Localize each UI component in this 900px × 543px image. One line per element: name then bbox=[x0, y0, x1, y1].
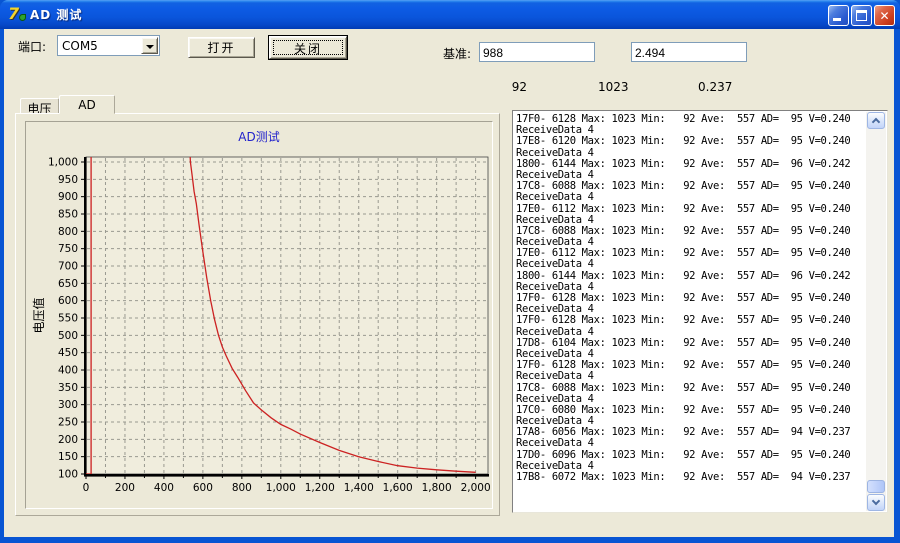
svg-text:200: 200 bbox=[115, 482, 135, 494]
baseline-label: 基准: bbox=[443, 45, 471, 62]
svg-text:2,000: 2,000 bbox=[461, 482, 491, 494]
svg-text:1,600: 1,600 bbox=[383, 482, 413, 494]
svg-text:1,400: 1,400 bbox=[344, 482, 374, 494]
ad-chart-panel: 100 150 200 250 300 350 400 450 500 550 600 650 700 7… bbox=[25, 121, 493, 509]
scrollbar-thumb[interactable] bbox=[867, 480, 885, 493]
svg-text:950: 950 bbox=[58, 174, 78, 186]
baseline-ad-input[interactable] bbox=[479, 42, 595, 62]
svg-text:300: 300 bbox=[58, 399, 78, 411]
svg-text:200: 200 bbox=[58, 434, 78, 446]
maximize-button[interactable] bbox=[851, 5, 872, 26]
log-scrollbar[interactable] bbox=[866, 112, 886, 511]
scroll-up-button[interactable] bbox=[867, 112, 885, 129]
svg-text:400: 400 bbox=[154, 482, 174, 494]
svg-text:1,000: 1,000 bbox=[266, 482, 296, 494]
window-content: 端口: COM5 打开 关闭 基准: 92 1023 0.237 电压 AD 1… bbox=[4, 29, 894, 537]
log-lines: 17F0- 6128 Max: 1023 Min: 92 Ave: 557 AD… bbox=[516, 114, 865, 510]
leaf-icon bbox=[19, 14, 26, 21]
window-title: AD 测试 bbox=[30, 6, 82, 23]
stat-volt-value: 0.237 bbox=[698, 80, 732, 94]
tab-ad[interactable]: AD bbox=[59, 95, 115, 114]
chevron-down-icon bbox=[146, 45, 154, 53]
svg-text:900: 900 bbox=[58, 191, 78, 203]
port-combobox-value: COM5 bbox=[62, 39, 98, 53]
chevron-down-icon bbox=[872, 497, 880, 505]
port-label: 端口: bbox=[18, 38, 46, 55]
svg-text:1,200: 1,200 bbox=[305, 482, 335, 494]
maximize-icon bbox=[856, 10, 867, 21]
close-button[interactable]: ✕ bbox=[874, 5, 895, 26]
svg-text:650: 650 bbox=[58, 278, 78, 290]
svg-text:电压值: 电压值 bbox=[31, 297, 46, 333]
svg-text:AD测试: AD测试 bbox=[238, 129, 279, 144]
baseline-volt-input[interactable] bbox=[631, 42, 747, 62]
open-button-label: 打开 bbox=[195, 39, 248, 56]
stat-max-value: 1023 bbox=[598, 80, 629, 94]
svg-text:850: 850 bbox=[58, 209, 78, 221]
svg-text:100: 100 bbox=[58, 469, 78, 481]
close-icon: ✕ bbox=[875, 7, 894, 26]
svg-text:550: 550 bbox=[58, 313, 78, 325]
svg-text:600: 600 bbox=[193, 482, 213, 494]
svg-text:1,800: 1,800 bbox=[422, 482, 452, 494]
svg-text:750: 750 bbox=[58, 243, 78, 255]
chevron-up-icon bbox=[872, 118, 880, 126]
minimize-button[interactable] bbox=[828, 5, 849, 26]
receive-log-list[interactable]: 17F0- 6128 Max: 1023 Min: 92 Ave: 557 AD… bbox=[512, 110, 888, 513]
stat-min-value: 92 bbox=[503, 80, 527, 94]
scroll-down-button[interactable] bbox=[867, 494, 885, 511]
svg-text:450: 450 bbox=[58, 347, 78, 359]
ad-chart: 100 150 200 250 300 350 400 450 500 550 600 650 700 7… bbox=[26, 122, 492, 508]
combobox-dropdown-button[interactable] bbox=[141, 37, 158, 54]
close-port-button-label: 关闭 bbox=[270, 37, 346, 57]
open-button[interactable]: 打开 bbox=[188, 37, 255, 58]
svg-text:400: 400 bbox=[58, 365, 78, 377]
port-combobox[interactable]: COM5 bbox=[57, 35, 160, 56]
svg-text:700: 700 bbox=[58, 261, 78, 273]
minimize-icon bbox=[833, 18, 841, 21]
svg-text:800: 800 bbox=[232, 482, 252, 494]
svg-text:0: 0 bbox=[83, 482, 90, 494]
svg-text:150: 150 bbox=[58, 451, 78, 463]
close-port-button[interactable]: 关闭 bbox=[268, 35, 348, 60]
app-window: 7 AD 测试 ✕ 端口: COM5 打开 关闭 基准: 92 1023 0.2… bbox=[0, 0, 900, 543]
svg-text:500: 500 bbox=[58, 330, 78, 342]
tab-page-ad: 100 150 200 250 300 350 400 450 500 550 600 650 700 7… bbox=[15, 113, 500, 516]
svg-text:350: 350 bbox=[58, 382, 78, 394]
svg-text:250: 250 bbox=[58, 417, 78, 429]
svg-text:600: 600 bbox=[58, 295, 78, 307]
app-icon: 7 bbox=[8, 5, 26, 23]
svg-text:800: 800 bbox=[58, 226, 78, 238]
titlebar[interactable]: 7 AD 测试 ✕ bbox=[0, 0, 900, 29]
svg-text:1,000: 1,000 bbox=[48, 157, 78, 169]
